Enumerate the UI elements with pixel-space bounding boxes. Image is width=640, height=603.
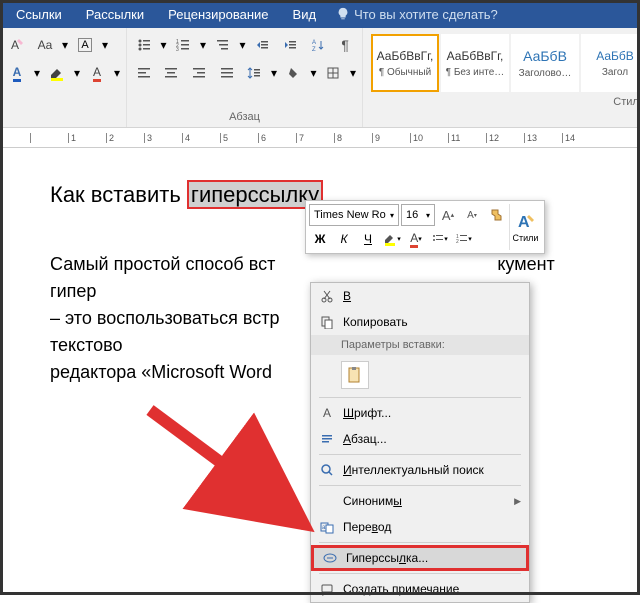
- paragraph-group-label: Абзац: [131, 111, 358, 125]
- svg-text:2: 2: [456, 239, 459, 245]
- svg-text:A: A: [11, 38, 19, 52]
- hyperlink-icon: [322, 550, 338, 566]
- ruler[interactable]: 1234567891011121314: [0, 128, 640, 148]
- underline-button[interactable]: Ч: [357, 228, 379, 250]
- paste-keep-source[interactable]: [341, 361, 369, 389]
- styles-group: АаБбВвГг, ¶ Обычный АаБбВвГг, ¶ Без инте…: [363, 28, 640, 127]
- chevron-right-icon: ▶: [514, 496, 521, 507]
- format-painter-button[interactable]: [485, 204, 507, 226]
- bullets-button[interactable]: [131, 33, 157, 57]
- numbering-button[interactable]: 123: [170, 33, 196, 57]
- change-case-button[interactable]: Aa: [32, 33, 58, 57]
- svg-text:3: 3: [176, 47, 179, 52]
- highlight-mini-button[interactable]: ▾: [381, 228, 403, 250]
- copy-icon: [319, 314, 335, 330]
- tab-review[interactable]: Рецензирование: [156, 0, 280, 28]
- italic-button[interactable]: К: [333, 228, 355, 250]
- svg-text:a: a: [322, 525, 326, 531]
- selected-text[interactable]: гиперссылку: [187, 180, 323, 209]
- cut-icon: [319, 288, 335, 304]
- tab-view[interactable]: Вид: [281, 0, 329, 28]
- bold-button[interactable]: Ж: [309, 228, 331, 250]
- font-group-label: [4, 111, 122, 125]
- translate-icon: a: [319, 519, 335, 535]
- grow-font-button[interactable]: A▴: [437, 204, 459, 226]
- sort-button[interactable]: AZ: [305, 33, 331, 57]
- ctx-font[interactable]: A Шрифт...: [311, 400, 529, 426]
- mini-toolbar: Times New Ro▾ 16▾ A▴ A▾ Ж К Ч ▾ A▾ ▾ 12▾…: [305, 200, 545, 254]
- paste-options: [311, 355, 529, 395]
- borders-button[interactable]: [320, 61, 346, 85]
- font-color-mini-button[interactable]: A▾: [405, 228, 427, 250]
- tab-references[interactable]: Ссылки: [4, 0, 74, 28]
- align-left-button[interactable]: [131, 61, 157, 85]
- ctx-paste-header: Параметры вставки:: [311, 335, 529, 355]
- font-color-button[interactable]: A: [4, 61, 30, 85]
- style-heading1[interactable]: АаБбВ Заголово…: [511, 34, 579, 92]
- paragraph-group: ▾ 123▾ ▾ AZ ¶ ▾ ▾ ▾ Абзац: [127, 28, 363, 127]
- font-group: A Aa▾ A▾ A▾ ▾ A▾: [0, 28, 127, 127]
- ribbon: A Aa▾ A▾ A▾ ▾ A▾ ▾ 123▾ ▾ AZ ¶: [0, 28, 640, 128]
- font-selector[interactable]: Times New Ro▾: [309, 204, 399, 226]
- svg-text:Z: Z: [312, 47, 316, 52]
- tab-mailings[interactable]: Рассылки: [74, 0, 156, 28]
- decrease-indent-button[interactable]: [249, 33, 275, 57]
- styles-mini-button[interactable]: A Стили: [509, 204, 541, 250]
- style-normal[interactable]: АаБбВвГг, ¶ Обычный: [371, 34, 439, 92]
- multilevel-button[interactable]: [210, 33, 236, 57]
- justify-button[interactable]: [214, 61, 240, 85]
- shrink-font-button[interactable]: A▾: [461, 204, 483, 226]
- align-center-button[interactable]: [159, 61, 185, 85]
- styles-icon: A: [515, 211, 537, 233]
- lightbulb-icon: [336, 7, 350, 21]
- numbering-mini-button[interactable]: 12▾: [453, 228, 475, 250]
- font-box-button[interactable]: A: [72, 33, 98, 57]
- ctx-translate[interactable]: a Перевод: [311, 514, 529, 540]
- ctx-paragraph[interactable]: Абзац...: [311, 426, 529, 452]
- search-icon: [319, 462, 335, 478]
- ribbon-tabs: Ссылки Рассылки Рецензирование Вид Что в…: [0, 0, 640, 28]
- paragraph-icon: [319, 431, 335, 447]
- text-fill-button[interactable]: A: [84, 61, 110, 85]
- size-selector[interactable]: 16▾: [401, 204, 435, 226]
- show-marks-button[interactable]: ¶: [332, 33, 358, 57]
- line-spacing-button[interactable]: [242, 61, 268, 85]
- increase-indent-button[interactable]: [277, 33, 303, 57]
- font-icon: A: [319, 405, 335, 421]
- ctx-smart-lookup[interactable]: Интеллектуальный поиск: [311, 457, 529, 483]
- tell-me-search[interactable]: Что вы хотите сделать?: [328, 7, 498, 22]
- style-nospace[interactable]: АаБбВвГг, ¶ Без инте…: [441, 34, 509, 92]
- styles-group-label: Стили: [367, 96, 640, 110]
- ctx-comment[interactable]: Создать примечание: [311, 576, 529, 602]
- ctx-copy[interactable]: Копировать: [311, 309, 529, 335]
- clear-format-button[interactable]: A: [4, 33, 30, 57]
- align-right-button[interactable]: [186, 61, 212, 85]
- ctx-hyperlink[interactable]: Гиперссылка...: [311, 545, 529, 571]
- style-heading2[interactable]: АаБбВ Загол: [581, 34, 640, 92]
- svg-text:A: A: [312, 40, 316, 46]
- ctx-cut[interactable]: В: [311, 283, 529, 309]
- highlight-button[interactable]: [44, 61, 70, 85]
- context-menu: В Копировать Параметры вставки: A Шрифт.…: [310, 282, 530, 603]
- shading-button[interactable]: [281, 61, 307, 85]
- ctx-synonyms[interactable]: Синонимы ▶: [311, 488, 529, 514]
- bullets-mini-button[interactable]: ▾: [429, 228, 451, 250]
